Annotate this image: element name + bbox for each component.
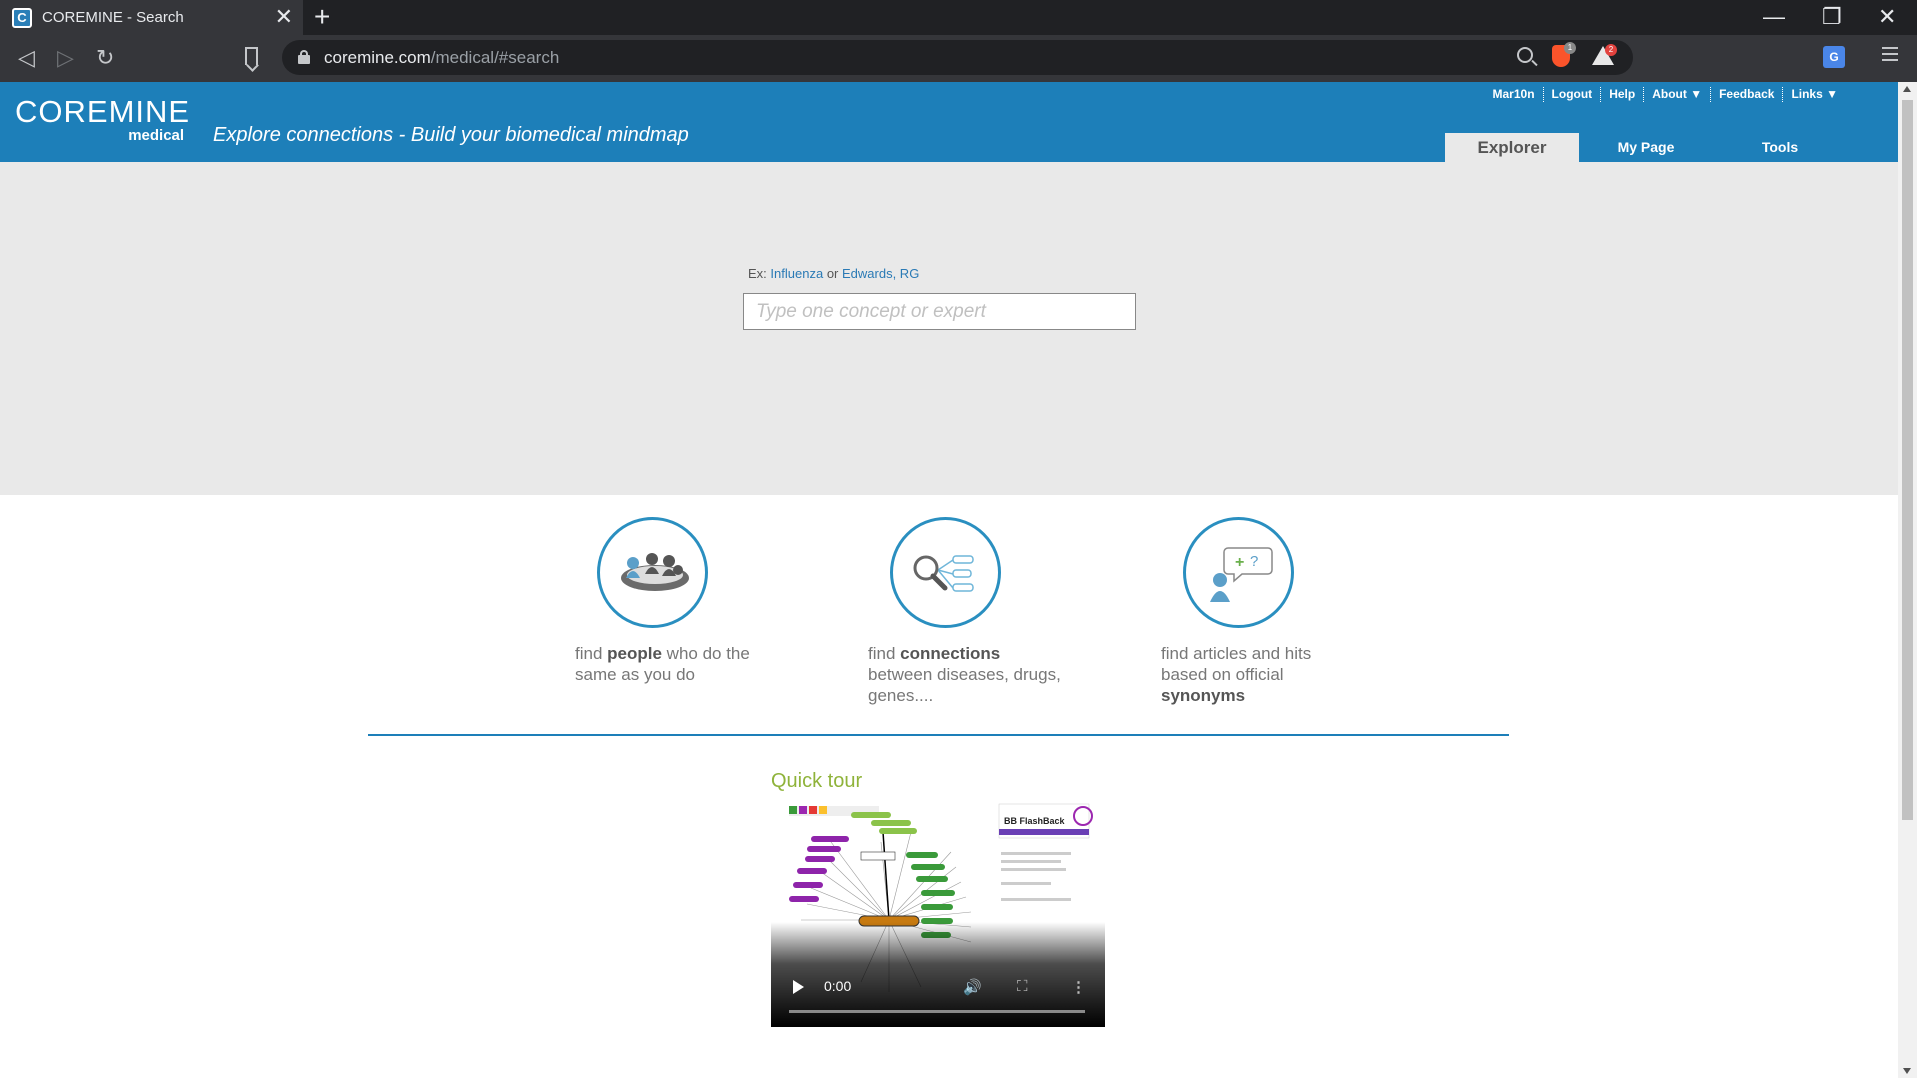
feedback-link[interactable]: Feedback bbox=[1711, 87, 1784, 102]
brave-rewards-icon[interactable]: 2 bbox=[1592, 44, 1617, 65]
feature-connections-text: find connections between diseases, drugs… bbox=[868, 644, 1061, 705]
synonyms-icon[interactable]: + ? bbox=[1183, 517, 1294, 628]
svg-text:?: ? bbox=[1250, 553, 1258, 570]
zoom-icon[interactable] bbox=[1517, 47, 1533, 63]
browser-menu-icon[interactable] bbox=[1882, 47, 1898, 65]
logout-link[interactable]: Logout bbox=[1544, 87, 1602, 102]
minimize-icon[interactable]: — bbox=[1763, 2, 1785, 32]
search-band: Ex: Influenza or Edwards, RG bbox=[0, 162, 1898, 495]
quick-tour-video[interactable]: BB FlashBack 0:00 🔊 ⛶ ⋮ bbox=[771, 802, 1105, 1027]
new-tab-button[interactable]: + bbox=[314, 2, 330, 32]
bookmark-icon[interactable] bbox=[245, 47, 258, 65]
lock-icon bbox=[298, 50, 310, 64]
video-progress-bar[interactable] bbox=[789, 1010, 1085, 1013]
top-links: Mar10n Logout Help About ▼ Feedback Link… bbox=[1485, 87, 1847, 102]
fullscreen-icon[interactable]: ⛶ bbox=[1017, 978, 1028, 995]
help-link[interactable]: Help bbox=[1601, 87, 1645, 102]
window-close-icon[interactable]: ✕ bbox=[1878, 2, 1896, 32]
feature-people[interactable]: find people who do the same as you do bbox=[575, 517, 775, 685]
browser-toolbar: ◁ ▷ ↻ coremine.com/medical/#search 1 2 G bbox=[0, 35, 1917, 82]
tagline: Explore connections - Build your biomedi… bbox=[213, 124, 689, 146]
section-divider bbox=[368, 734, 1509, 736]
search-input[interactable] bbox=[743, 293, 1136, 330]
video-more-icon[interactable]: ⋮ bbox=[1071, 978, 1086, 996]
rewards-badge: 2 bbox=[1605, 44, 1617, 56]
tab-title: COREMINE - Search bbox=[42, 9, 184, 26]
tab-explorer[interactable]: Explorer bbox=[1445, 133, 1579, 162]
coremine-favicon-icon: C bbox=[12, 7, 32, 28]
restore-icon[interactable]: ❐ bbox=[1822, 2, 1842, 32]
feature-synonyms-text: find articles and hits based on official… bbox=[1161, 644, 1312, 705]
main-nav-tabs: Explorer My Page Tools bbox=[1445, 133, 1847, 162]
address-bar[interactable]: coremine.com/medical/#search 1 2 bbox=[282, 40, 1633, 75]
page-scrollbar[interactable] bbox=[1898, 82, 1917, 1078]
browser-tab-bar: C COREMINE - Search ✕ + — ❐ ✕ bbox=[0, 0, 1917, 35]
brave-shields-icon[interactable]: 1 bbox=[1552, 42, 1576, 67]
quick-tour-heading: Quick tour bbox=[771, 770, 863, 792]
people-icon[interactable] bbox=[597, 517, 708, 628]
svg-text:+: + bbox=[1235, 554, 1244, 571]
reload-icon[interactable]: ↻ bbox=[96, 45, 114, 71]
back-icon[interactable]: ◁ bbox=[18, 45, 35, 71]
scroll-down-icon[interactable] bbox=[1903, 1068, 1911, 1074]
tab-tools[interactable]: Tools bbox=[1713, 133, 1847, 162]
feature-synonyms[interactable]: + ? find articles and hits based on offi… bbox=[1161, 517, 1361, 706]
about-menu[interactable]: About ▼ bbox=[1644, 87, 1712, 102]
url-text: coremine.com/medical/#search bbox=[324, 48, 560, 67]
translate-icon[interactable]: G bbox=[1823, 46, 1845, 68]
links-menu[interactable]: Links ▼ bbox=[1783, 87, 1846, 102]
video-time: 0:00 bbox=[824, 978, 852, 994]
scroll-thumb[interactable] bbox=[1902, 100, 1913, 820]
video-preview-title: BB FlashBack bbox=[1004, 816, 1066, 826]
volume-icon[interactable]: 🔊 bbox=[963, 978, 982, 996]
connections-icon[interactable] bbox=[890, 517, 1001, 628]
tab-my-page[interactable]: My Page bbox=[1579, 133, 1713, 162]
coremine-logo[interactable]: COREMINE medical bbox=[15, 96, 190, 144]
user-link[interactable]: Mar10n bbox=[1485, 87, 1544, 102]
feature-people-text: find people who do the same as you do bbox=[575, 644, 750, 684]
shields-badge: 1 bbox=[1564, 42, 1576, 54]
tab-close-icon[interactable]: ✕ bbox=[275, 6, 293, 28]
example-link-edwards[interactable]: Edwards, RG bbox=[842, 266, 919, 281]
browser-tab[interactable]: C COREMINE - Search ✕ bbox=[0, 0, 303, 35]
feature-connections[interactable]: find connections between diseases, drugs… bbox=[868, 517, 1068, 706]
page-content: COREMINE medical Explore connections - B… bbox=[0, 82, 1898, 1078]
forward-icon[interactable]: ▷ bbox=[57, 45, 74, 71]
site-header: COREMINE medical Explore connections - B… bbox=[0, 82, 1898, 162]
scroll-up-icon[interactable] bbox=[1903, 86, 1911, 92]
play-icon[interactable] bbox=[793, 980, 804, 994]
example-link-influenza[interactable]: Influenza bbox=[770, 266, 823, 281]
search-examples: Ex: Influenza or Edwards, RG bbox=[748, 266, 920, 281]
